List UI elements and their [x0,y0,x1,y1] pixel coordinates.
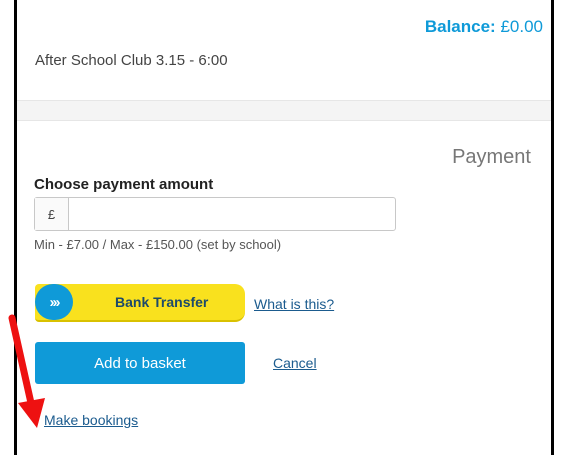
bank-transfer-label: Bank Transfer [115,294,209,310]
payment-amount-input[interactable] [69,198,395,230]
balance-label: Balance: [424,17,496,36]
balance-display: Balance: £0.00 [425,17,543,37]
cancel-link[interactable]: Cancel [273,355,317,371]
section-divider [17,100,551,121]
payment-heading: Payment [452,146,531,168]
payment-limits-hint: Min - £7.00 / Max - £150.00 (set by scho… [34,237,282,252]
balance-value: £0.00 [500,17,543,36]
bank-transfer-button[interactable]: ››› Bank Transfer [35,284,245,322]
red-arrow-annotation [8,314,45,428]
what-is-this-link[interactable]: What is this? [254,296,334,312]
add-to-basket-button[interactable]: Add to basket [35,342,245,384]
payment-panel: Balance: £0.00 After School Club 3.15 - … [14,0,554,455]
payment-amount-label: Choose payment amount [34,176,214,193]
payment-amount-group: £ [34,197,396,231]
club-name: After School Club 3.15 - 6:00 [35,52,228,69]
